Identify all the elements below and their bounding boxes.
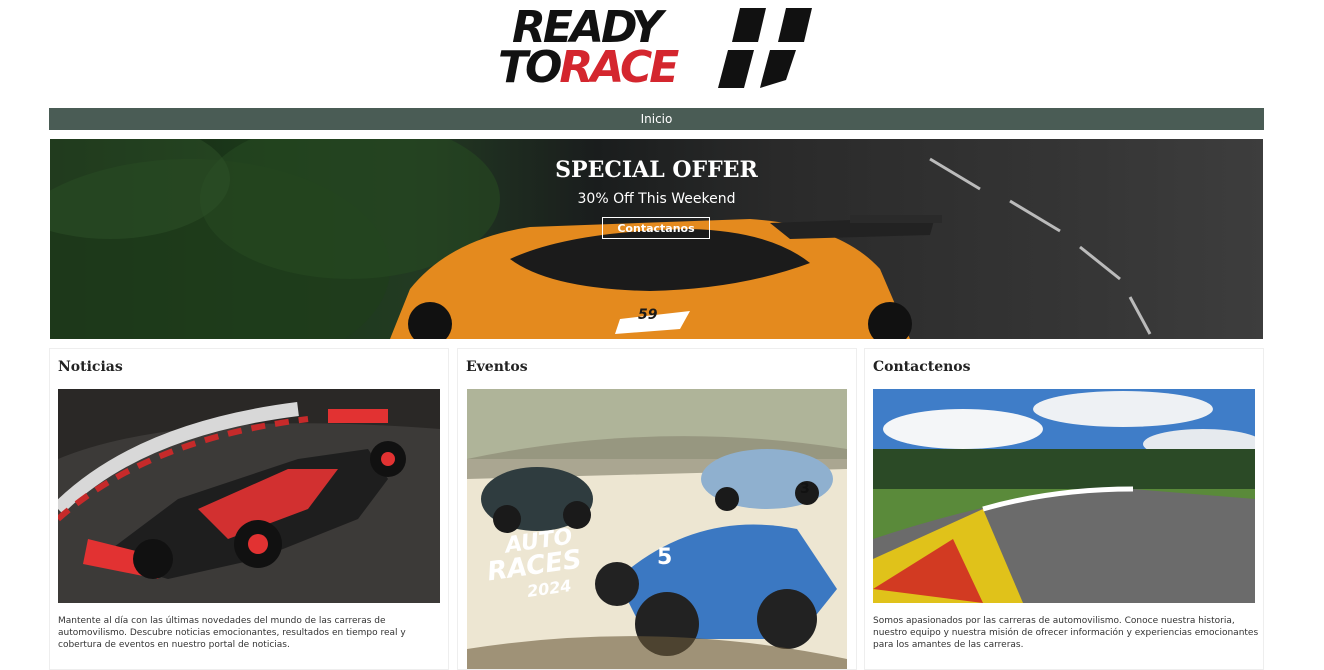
- card-image-race-circuit[interactable]: [873, 389, 1255, 603]
- logo-word-to: TO: [498, 42, 562, 93]
- f1-car-illustration: [58, 389, 440, 603]
- card-contactenos: Contactenos Somos apasionados por las ca…: [864, 348, 1264, 670]
- hero-title: SPECIAL OFFER: [555, 157, 758, 183]
- race-circuit-illustration: [873, 389, 1255, 603]
- card-image-f1-car[interactable]: [58, 389, 440, 603]
- card-title[interactable]: Eventos: [466, 359, 528, 375]
- card-title[interactable]: Contactenos: [873, 359, 971, 375]
- site-logo[interactable]: READY TORACE: [498, 6, 818, 92]
- logo-word-race: RACE: [559, 42, 679, 93]
- poster-car-number-5: 5: [657, 545, 673, 570]
- card-image-auto-races-poster[interactable]: AUTO RACES 2024 5 3: [467, 389, 847, 669]
- checkered-flag-icon: [718, 8, 812, 88]
- card-text: Mantente al día con las últimas novedade…: [58, 616, 406, 650]
- header: READY TORACE: [0, 0, 1324, 104]
- main-nav: Inicio: [49, 108, 1264, 130]
- poster-car-number-3: 3: [800, 481, 810, 497]
- auto-races-poster-illustration: [467, 389, 847, 669]
- hero-car-number: 59: [638, 307, 658, 323]
- logo-word-to-race: TORACE: [498, 46, 679, 90]
- contactanos-button[interactable]: Contactanos: [602, 217, 710, 239]
- card-eventos: Eventos AUTO RACES 2024 5 3: [457, 348, 857, 670]
- hero-subtitle: 30% Off This Weekend: [577, 191, 736, 207]
- card-title[interactable]: Noticias: [58, 359, 123, 375]
- card-text: Somos apasionados por las carreras de au…: [873, 616, 1259, 650]
- hero-banner: SPECIAL OFFER 30% Off This Weekend Conta…: [50, 139, 1263, 339]
- card-noticias: Noticias Mantente al día con las últimas…: [49, 348, 449, 670]
- nav-item-inicio[interactable]: Inicio: [641, 112, 673, 126]
